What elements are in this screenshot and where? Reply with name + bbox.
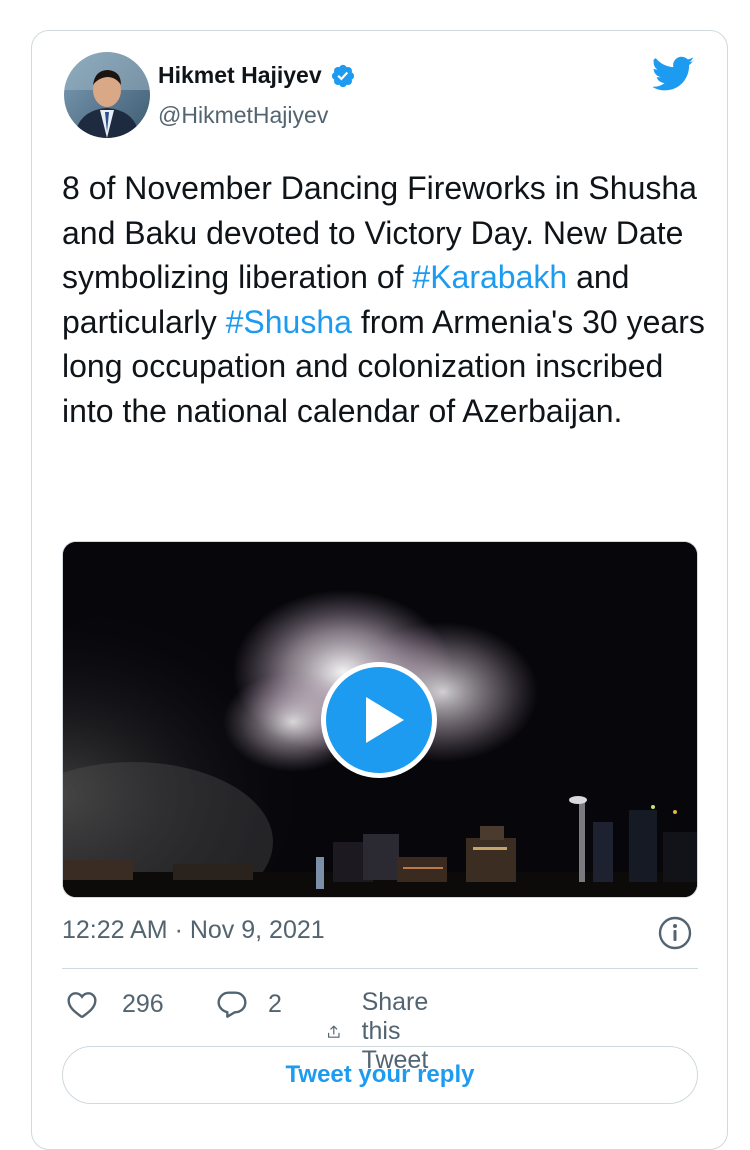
reply-count: 2 xyxy=(268,989,282,1018)
tweet-timestamp[interactable]: 12:22 AM · Nov 9, 2021 xyxy=(62,916,325,945)
author-name[interactable]: Hikmet Hajiyev xyxy=(158,62,322,89)
hashtag-shusha-link[interactable]: #Shusha xyxy=(226,304,352,340)
author-handle[interactable]: @HikmetHajiyev xyxy=(158,102,328,129)
tweet-text: 8 of November Dancing Fireworks in Shush… xyxy=(62,166,712,433)
reply-bubble-icon xyxy=(217,991,247,1018)
hashtag-karabakh-link[interactable]: #Karabakh xyxy=(412,259,567,295)
play-button[interactable] xyxy=(319,660,439,780)
share-icon xyxy=(328,1025,340,1038)
twitter-bird-icon[interactable] xyxy=(651,56,695,92)
author-name-row: Hikmet Hajiyev xyxy=(158,62,356,89)
like-count: 296 xyxy=(122,989,164,1018)
like-action[interactable]: 296 xyxy=(66,988,164,1020)
avatar[interactable] xyxy=(64,52,150,138)
divider xyxy=(62,968,698,969)
reply-action[interactable]: 2 xyxy=(216,988,282,1020)
heart-icon xyxy=(67,992,97,1019)
tweet-your-reply-button[interactable]: Tweet your reply xyxy=(62,1046,698,1104)
verified-badge-icon xyxy=(330,63,356,89)
info-icon[interactable] xyxy=(657,915,693,951)
play-icon xyxy=(321,662,437,778)
